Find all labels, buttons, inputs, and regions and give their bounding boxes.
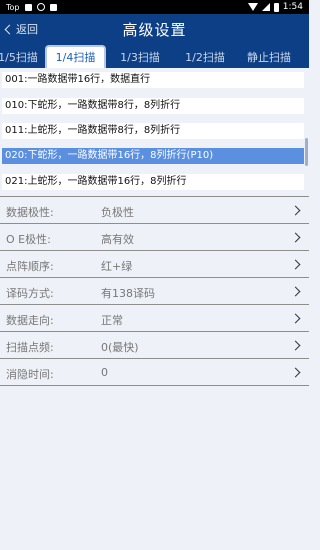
scan-mode-list[interactable]: 001:一路数据带16行，数据直行 010:下蛇形，一路数据带8行，8列折行 0…: [0, 68, 309, 194]
notification-icon: [24, 3, 32, 11]
setting-label: O E极性:: [6, 233, 51, 246]
signal-icon: [261, 3, 270, 11]
scan-tabs: 1/5扫描 1/4扫描 1/3扫描 1/2扫描 静止扫描: [0, 43, 309, 68]
list-item[interactable]: 011:上蛇形，一路数据带8行，8列折行: [2, 123, 304, 139]
setting-value: 0(最快): [101, 341, 139, 354]
setting-row-scan-frequency[interactable]: 扫描点频: 0(最快): [0, 332, 309, 359]
setting-label: 消隐时间:: [6, 368, 54, 381]
list-item-selected[interactable]: 020:下蛇形，一路数据带16行，8列折行(P10): [2, 148, 304, 164]
chevron-right-icon: [290, 286, 301, 297]
battery-icon: [273, 2, 279, 12]
chevron-right-icon: [290, 367, 301, 378]
setting-row-data-direction[interactable]: 数据走向: 正常: [0, 305, 309, 332]
setting-label: 译码方式:: [6, 287, 54, 300]
page-title: 高级设置: [122, 21, 187, 39]
setting-value: 红+绿: [101, 260, 133, 273]
wifi-icon: [247, 3, 258, 11]
setting-value: 高有效: [101, 233, 134, 246]
chevron-right-icon: [290, 313, 301, 324]
tab-1-5-scan[interactable]: 1/5扫描: [0, 47, 42, 68]
setting-label: 数据走向:: [6, 314, 54, 327]
app-notification-icon: [49, 3, 57, 11]
setting-value: 0: [101, 366, 108, 379]
list-item[interactable]: 001:一路数据带16行，数据直行: [2, 72, 304, 88]
setting-label: 数据极性:: [6, 206, 54, 219]
list-item[interactable]: 021:上蛇形，一路数据带16行，8列折行: [2, 174, 304, 190]
setting-row-data-polarity[interactable]: 数据极性: 负极性: [0, 197, 309, 224]
tab-1-2-scan[interactable]: 1/2扫描: [176, 47, 234, 68]
clock: 1:54: [282, 2, 303, 12]
status-bar: Top 1:54: [0, 0, 309, 14]
tab-static-scan[interactable]: 静止扫描: [240, 47, 298, 68]
chevron-right-icon: [290, 340, 301, 351]
app-header: 返回 高级设置: [0, 14, 309, 43]
setting-value: 有138译码: [101, 287, 155, 300]
settings-list: 数据极性: 负极性 O E极性: 高有效 点阵顺序: 红+绿 译码方式: 有13…: [0, 196, 309, 386]
setting-row-dot-order[interactable]: 点阵顺序: 红+绿: [0, 251, 309, 278]
setting-row-decode-mode[interactable]: 译码方式: 有138译码: [0, 278, 309, 305]
setting-label: 点阵顺序:: [6, 260, 54, 273]
list-scrollbar[interactable]: [305, 138, 308, 166]
list-item[interactable]: 010:下蛇形，一路数据带8行，8列折行: [2, 98, 304, 114]
setting-value: 负极性: [101, 206, 134, 219]
chevron-right-icon: [290, 232, 301, 243]
setting-value: 正常: [101, 314, 123, 327]
tab-1-4-scan[interactable]: 1/4扫描: [45, 45, 106, 68]
carrier-label: Top: [6, 2, 20, 12]
sync-icon: [36, 3, 45, 11]
setting-row-blanking-time[interactable]: 消隐时间: 0: [0, 359, 309, 386]
chevron-right-icon: [290, 259, 301, 270]
chevron-right-icon: [290, 205, 301, 216]
setting-label: 扫描点频:: [6, 341, 54, 354]
setting-row-oe-polarity[interactable]: O E极性: 高有效: [0, 224, 309, 251]
tab-1-3-scan[interactable]: 1/3扫描: [110, 47, 170, 68]
